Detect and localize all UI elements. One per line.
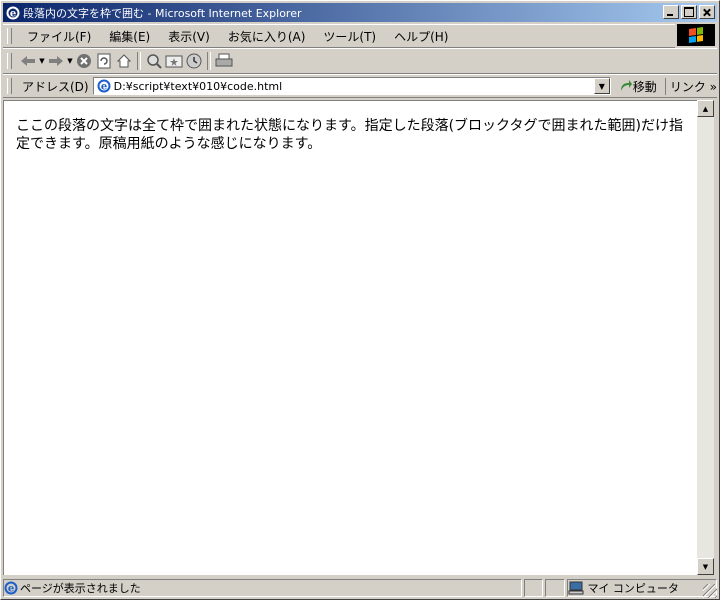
- address-label: アドレス(D): [21, 79, 89, 94]
- menu-favorites[interactable]: お気に入り(A): [219, 28, 315, 45]
- back-icon[interactable]: [18, 51, 38, 71]
- status-main-panel: e ページが表示されました: [3, 579, 522, 597]
- refresh-icon[interactable]: [94, 51, 114, 71]
- page-content: ここの段落の文字は全て枠で囲まれた状態になります。指定した段落(ブロックタグで囲…: [3, 100, 697, 575]
- maximize-button[interactable]: [681, 5, 697, 19]
- standard-toolbar: ▼ ▼: [3, 48, 717, 74]
- windows-logo: [677, 24, 715, 46]
- go-button[interactable]: 移動: [619, 78, 657, 95]
- scroll-down-icon[interactable]: ▼: [697, 558, 714, 575]
- menu-edit[interactable]: 編集(E): [100, 28, 159, 45]
- scroll-up-icon[interactable]: ▲: [697, 100, 714, 117]
- address-value: D:¥script¥text¥010¥code.html: [113, 79, 283, 93]
- resize-grip[interactable]: [703, 584, 717, 598]
- home-icon[interactable]: [114, 51, 134, 71]
- status-panel: [545, 579, 566, 597]
- window-title: 段落内の文字を枠で囲む - Microsoft Internet Explore…: [23, 6, 302, 20]
- forward-dropdown-icon[interactable]: ▼: [66, 57, 74, 65]
- status-bar: e ページが表示されました マイ コンピュータ: [3, 578, 718, 598]
- menu-file[interactable]: ファイル(F): [18, 28, 100, 45]
- menu-view[interactable]: 表示(V): [159, 28, 219, 45]
- print-icon[interactable]: [214, 51, 234, 71]
- menu-grip[interactable]: [7, 28, 12, 44]
- security-zone: マイ コンピュータ: [567, 579, 718, 597]
- svg-text:e: e: [10, 8, 16, 19]
- toolbar-grip[interactable]: [7, 53, 12, 69]
- vertical-scrollbar[interactable]: ▲ ▼: [697, 100, 714, 575]
- status-panel: [523, 579, 544, 597]
- back-dropdown-icon[interactable]: ▼: [38, 57, 46, 65]
- my-computer-icon: [568, 581, 584, 595]
- svg-text:e: e: [8, 584, 14, 595]
- search-icon[interactable]: [144, 51, 164, 71]
- favorites-icon[interactable]: [164, 51, 184, 71]
- toolbar-separator: [207, 52, 211, 70]
- chevron-right-icon: »: [709, 79, 717, 94]
- address-bar: アドレス(D) e D:¥script¥text¥010¥code.html ▼…: [3, 74, 717, 98]
- links-label: リンク: [669, 79, 706, 94]
- menu-tools[interactable]: ツール(T): [314, 28, 385, 45]
- zone-label: マイ コンピュータ: [587, 582, 679, 595]
- go-label: 移動: [632, 79, 657, 94]
- status-text: ページが表示されました: [20, 582, 141, 595]
- address-grip[interactable]: [7, 78, 12, 94]
- menu-help[interactable]: ヘルプ(H): [385, 28, 457, 45]
- windows-flag-icon: [689, 27, 703, 43]
- forward-icon[interactable]: [46, 51, 66, 71]
- svg-text:e: e: [100, 82, 106, 93]
- stop-icon[interactable]: [74, 51, 94, 71]
- address-input[interactable]: e D:¥script¥text¥010¥code.html ▼: [92, 77, 611, 95]
- go-arrow-icon: [620, 80, 632, 91]
- minimize-button[interactable]: [663, 5, 679, 19]
- title-bar[interactable]: e 段落内の文字を枠で囲む - Microsoft Internet Explo…: [3, 3, 717, 22]
- page-icon: e: [97, 79, 111, 93]
- browser-window: e 段落内の文字を枠で囲む - Microsoft Internet Explo…: [0, 0, 720, 600]
- links-button[interactable]: リンク »: [664, 77, 717, 95]
- boxed-paragraph: ここの段落の文字は全て枠で囲まれた状態になります。指定した段落(ブロックタグで囲…: [16, 118, 683, 152]
- address-dropdown-icon[interactable]: ▼: [593, 78, 610, 94]
- menu-bar: ファイル(F) 編集(E) 表示(V) お気に入り(A) ツール(T) ヘルプ(…: [3, 24, 675, 48]
- toolbar-separator: [137, 52, 141, 70]
- close-button[interactable]: [699, 5, 715, 19]
- page-done-icon: e: [4, 581, 18, 595]
- history-icon[interactable]: [184, 51, 204, 71]
- ie-icon: e: [6, 6, 20, 19]
